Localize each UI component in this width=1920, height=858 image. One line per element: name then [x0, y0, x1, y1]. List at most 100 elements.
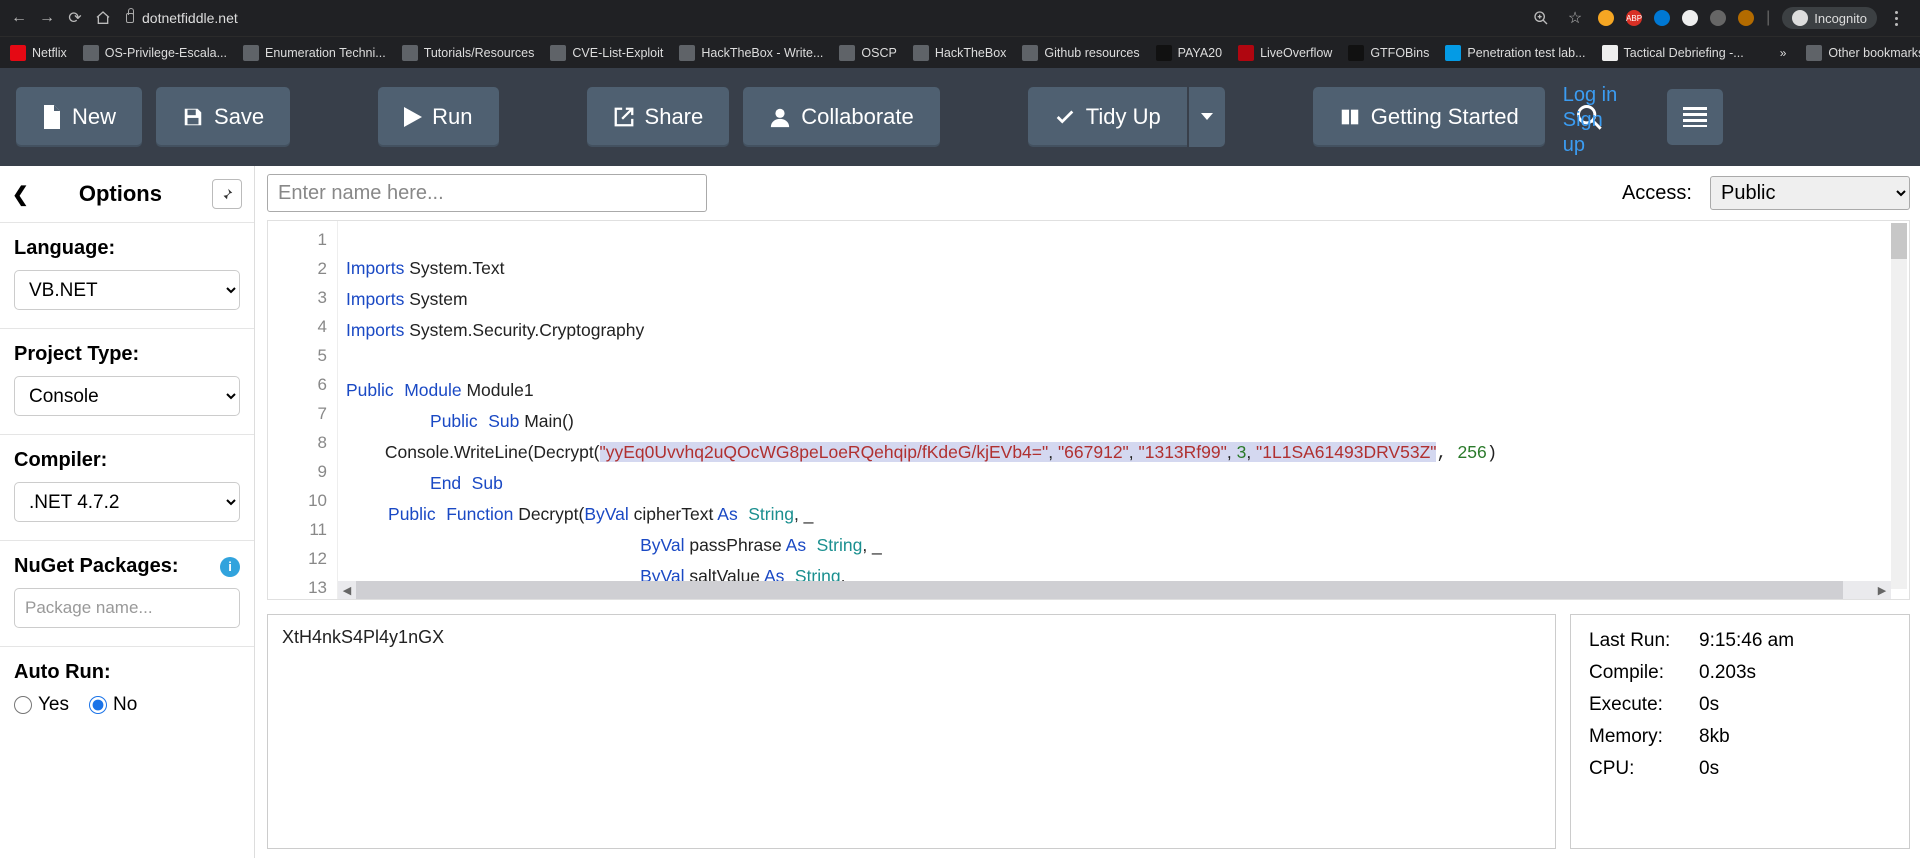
- bookmark-item[interactable]: Netflix: [10, 45, 67, 61]
- stat-memory: Memory:8kb: [1585, 721, 1895, 753]
- zoom-icon[interactable]: [1530, 7, 1552, 29]
- autorun-yes[interactable]: Yes: [14, 694, 69, 716]
- bookmarks-overflow-icon[interactable]: »: [1776, 46, 1791, 60]
- access-select[interactable]: Public: [1710, 176, 1910, 210]
- nav-forward-icon[interactable]: →: [36, 7, 58, 29]
- bookmark-item[interactable]: Penetration test lab...: [1445, 45, 1585, 61]
- editor-vscrollbar-thumb[interactable]: [1891, 223, 1907, 259]
- bookmark-icon: [1156, 45, 1172, 61]
- editor-hscrollbar[interactable]: ◀ ▶: [338, 581, 1891, 599]
- ext-icon-1[interactable]: [1598, 10, 1614, 26]
- nav-back-icon[interactable]: ←: [8, 7, 30, 29]
- options-sidebar: ❮ Options Language: VB.NET Project Type:…: [0, 166, 255, 858]
- language-label: Language:: [14, 237, 240, 260]
- share-icon: [613, 106, 635, 128]
- save-button[interactable]: Save: [156, 87, 290, 147]
- fiddle-name-input[interactable]: [267, 174, 707, 212]
- bookmark-icon: [1602, 45, 1618, 61]
- bookmark-item[interactable]: OSCP: [839, 45, 896, 61]
- bookmark-item[interactable]: CVE-List-Exploit: [550, 45, 663, 61]
- bookmark-item[interactable]: GTFOBins: [1348, 45, 1429, 61]
- file-icon: [42, 105, 62, 129]
- bookmark-item[interactable]: OS-Privilege-Escala...: [83, 45, 227, 61]
- bookmark-icon: [402, 45, 418, 61]
- code-editor[interactable]: 12345678910111213 Imports System.Text Im…: [267, 220, 1910, 600]
- save-icon: [182, 106, 204, 128]
- bookmark-icon: [1348, 45, 1364, 61]
- language-select[interactable]: VB.NET: [14, 270, 240, 310]
- sidebar-title: Options: [79, 181, 162, 207]
- access-label: Access:: [1622, 182, 1692, 205]
- bookmark-icon: [83, 45, 99, 61]
- stat-cpu: CPU:0s: [1585, 753, 1895, 785]
- project-type-label: Project Type:: [14, 343, 240, 366]
- hscroll-left-icon[interactable]: ◀: [338, 581, 356, 599]
- editor-hscrollbar-thumb[interactable]: [356, 581, 1843, 599]
- run-button[interactable]: Run: [378, 87, 498, 147]
- code-area[interactable]: Imports System.Text Imports System Impor…: [338, 221, 1909, 599]
- getting-started-button[interactable]: Getting Started: [1313, 87, 1545, 147]
- nav-home-icon[interactable]: [92, 7, 114, 29]
- bookmark-item[interactable]: Enumeration Techni...: [243, 45, 386, 61]
- pin-button[interactable]: [212, 179, 242, 209]
- bookmark-item[interactable]: Tutorials/Resources: [402, 45, 535, 61]
- browser-chrome: ← → ⟳ dotnetfiddle.net ☆ ABP | Incognito: [0, 0, 1920, 68]
- signup-link[interactable]: Sign up: [1563, 108, 1619, 158]
- output-panel: XtH4nkS4Pl4y1nGX: [267, 614, 1556, 849]
- autorun-label: Auto Run:: [14, 661, 240, 684]
- stat-compile: Compile:0.203s: [1585, 657, 1895, 689]
- project-type-select[interactable]: Console: [14, 376, 240, 416]
- bookmarks-bar: Netflix OS-Privilege-Escala... Enumeration…: [0, 36, 1920, 68]
- nav-reload-icon[interactable]: ⟳: [64, 7, 86, 29]
- other-bookmarks[interactable]: Other bookmarks: [1806, 45, 1920, 61]
- menu-icon: [1683, 107, 1707, 127]
- hamburger-menu-button[interactable]: [1667, 89, 1723, 145]
- folder-icon: [1806, 45, 1822, 61]
- star-icon[interactable]: ☆: [1564, 7, 1586, 29]
- bookmark-icon: [839, 45, 855, 61]
- line-gutter: 12345678910111213: [268, 221, 338, 599]
- bookmark-icon: [1022, 45, 1038, 61]
- browser-menu-icon[interactable]: [1889, 11, 1904, 26]
- incognito-badge: Incognito: [1782, 7, 1877, 29]
- bookmark-item[interactable]: Tactical Debriefing -...: [1602, 45, 1744, 61]
- stat-execute: Execute:0s: [1585, 689, 1895, 721]
- tidy-dropdown-button[interactable]: [1189, 87, 1225, 147]
- ext-abp-icon[interactable]: ABP: [1626, 10, 1642, 26]
- ext-icon-4[interactable]: [1682, 10, 1698, 26]
- editor-vscrollbar[interactable]: [1891, 223, 1907, 589]
- collaborate-button[interactable]: Collaborate: [743, 87, 940, 147]
- address-bar[interactable]: dotnetfiddle.net: [120, 4, 244, 32]
- bookmark-item[interactable]: LiveOverflow: [1238, 45, 1332, 61]
- autorun-no[interactable]: No: [89, 694, 137, 716]
- check-icon: [1054, 106, 1076, 128]
- ext-icon-6[interactable]: [1738, 10, 1754, 26]
- incognito-icon: [1792, 10, 1808, 26]
- pin-icon: [220, 187, 234, 201]
- bookmark-item[interactable]: HackTheBox - Write...: [679, 45, 823, 61]
- bookmark-icon: [10, 45, 26, 61]
- compiler-select[interactable]: .NET 4.7.2: [14, 482, 240, 522]
- share-button[interactable]: Share: [587, 87, 730, 147]
- info-icon[interactable]: i: [220, 557, 240, 577]
- url-text: dotnetfiddle.net: [142, 10, 238, 26]
- bookmark-icon: [913, 45, 929, 61]
- ext-icon-5[interactable]: [1710, 10, 1726, 26]
- tidy-button[interactable]: Tidy Up: [1028, 87, 1187, 147]
- nuget-search-input[interactable]: [14, 588, 240, 628]
- hscroll-right-icon[interactable]: ▶: [1873, 581, 1891, 599]
- lock-icon: [126, 13, 134, 23]
- user-icon: [769, 106, 791, 128]
- compiler-label: Compiler:: [14, 449, 240, 472]
- output-text: XtH4nkS4Pl4y1nGX: [282, 627, 444, 647]
- bookmark-item[interactable]: Github resources: [1022, 45, 1139, 61]
- book-icon: [1339, 106, 1361, 128]
- bookmark-item[interactable]: HackTheBox: [913, 45, 1007, 61]
- chevron-down-icon: [1201, 113, 1213, 121]
- bookmark-item[interactable]: PAYA20: [1156, 45, 1222, 61]
- stat-last-run: Last Run:9:15:46 am: [1585, 625, 1895, 657]
- sidebar-back-icon[interactable]: ❮: [12, 182, 29, 207]
- new-button[interactable]: New: [16, 87, 142, 147]
- login-link[interactable]: Log in: [1563, 83, 1618, 108]
- ext-icon-3[interactable]: [1654, 10, 1670, 26]
